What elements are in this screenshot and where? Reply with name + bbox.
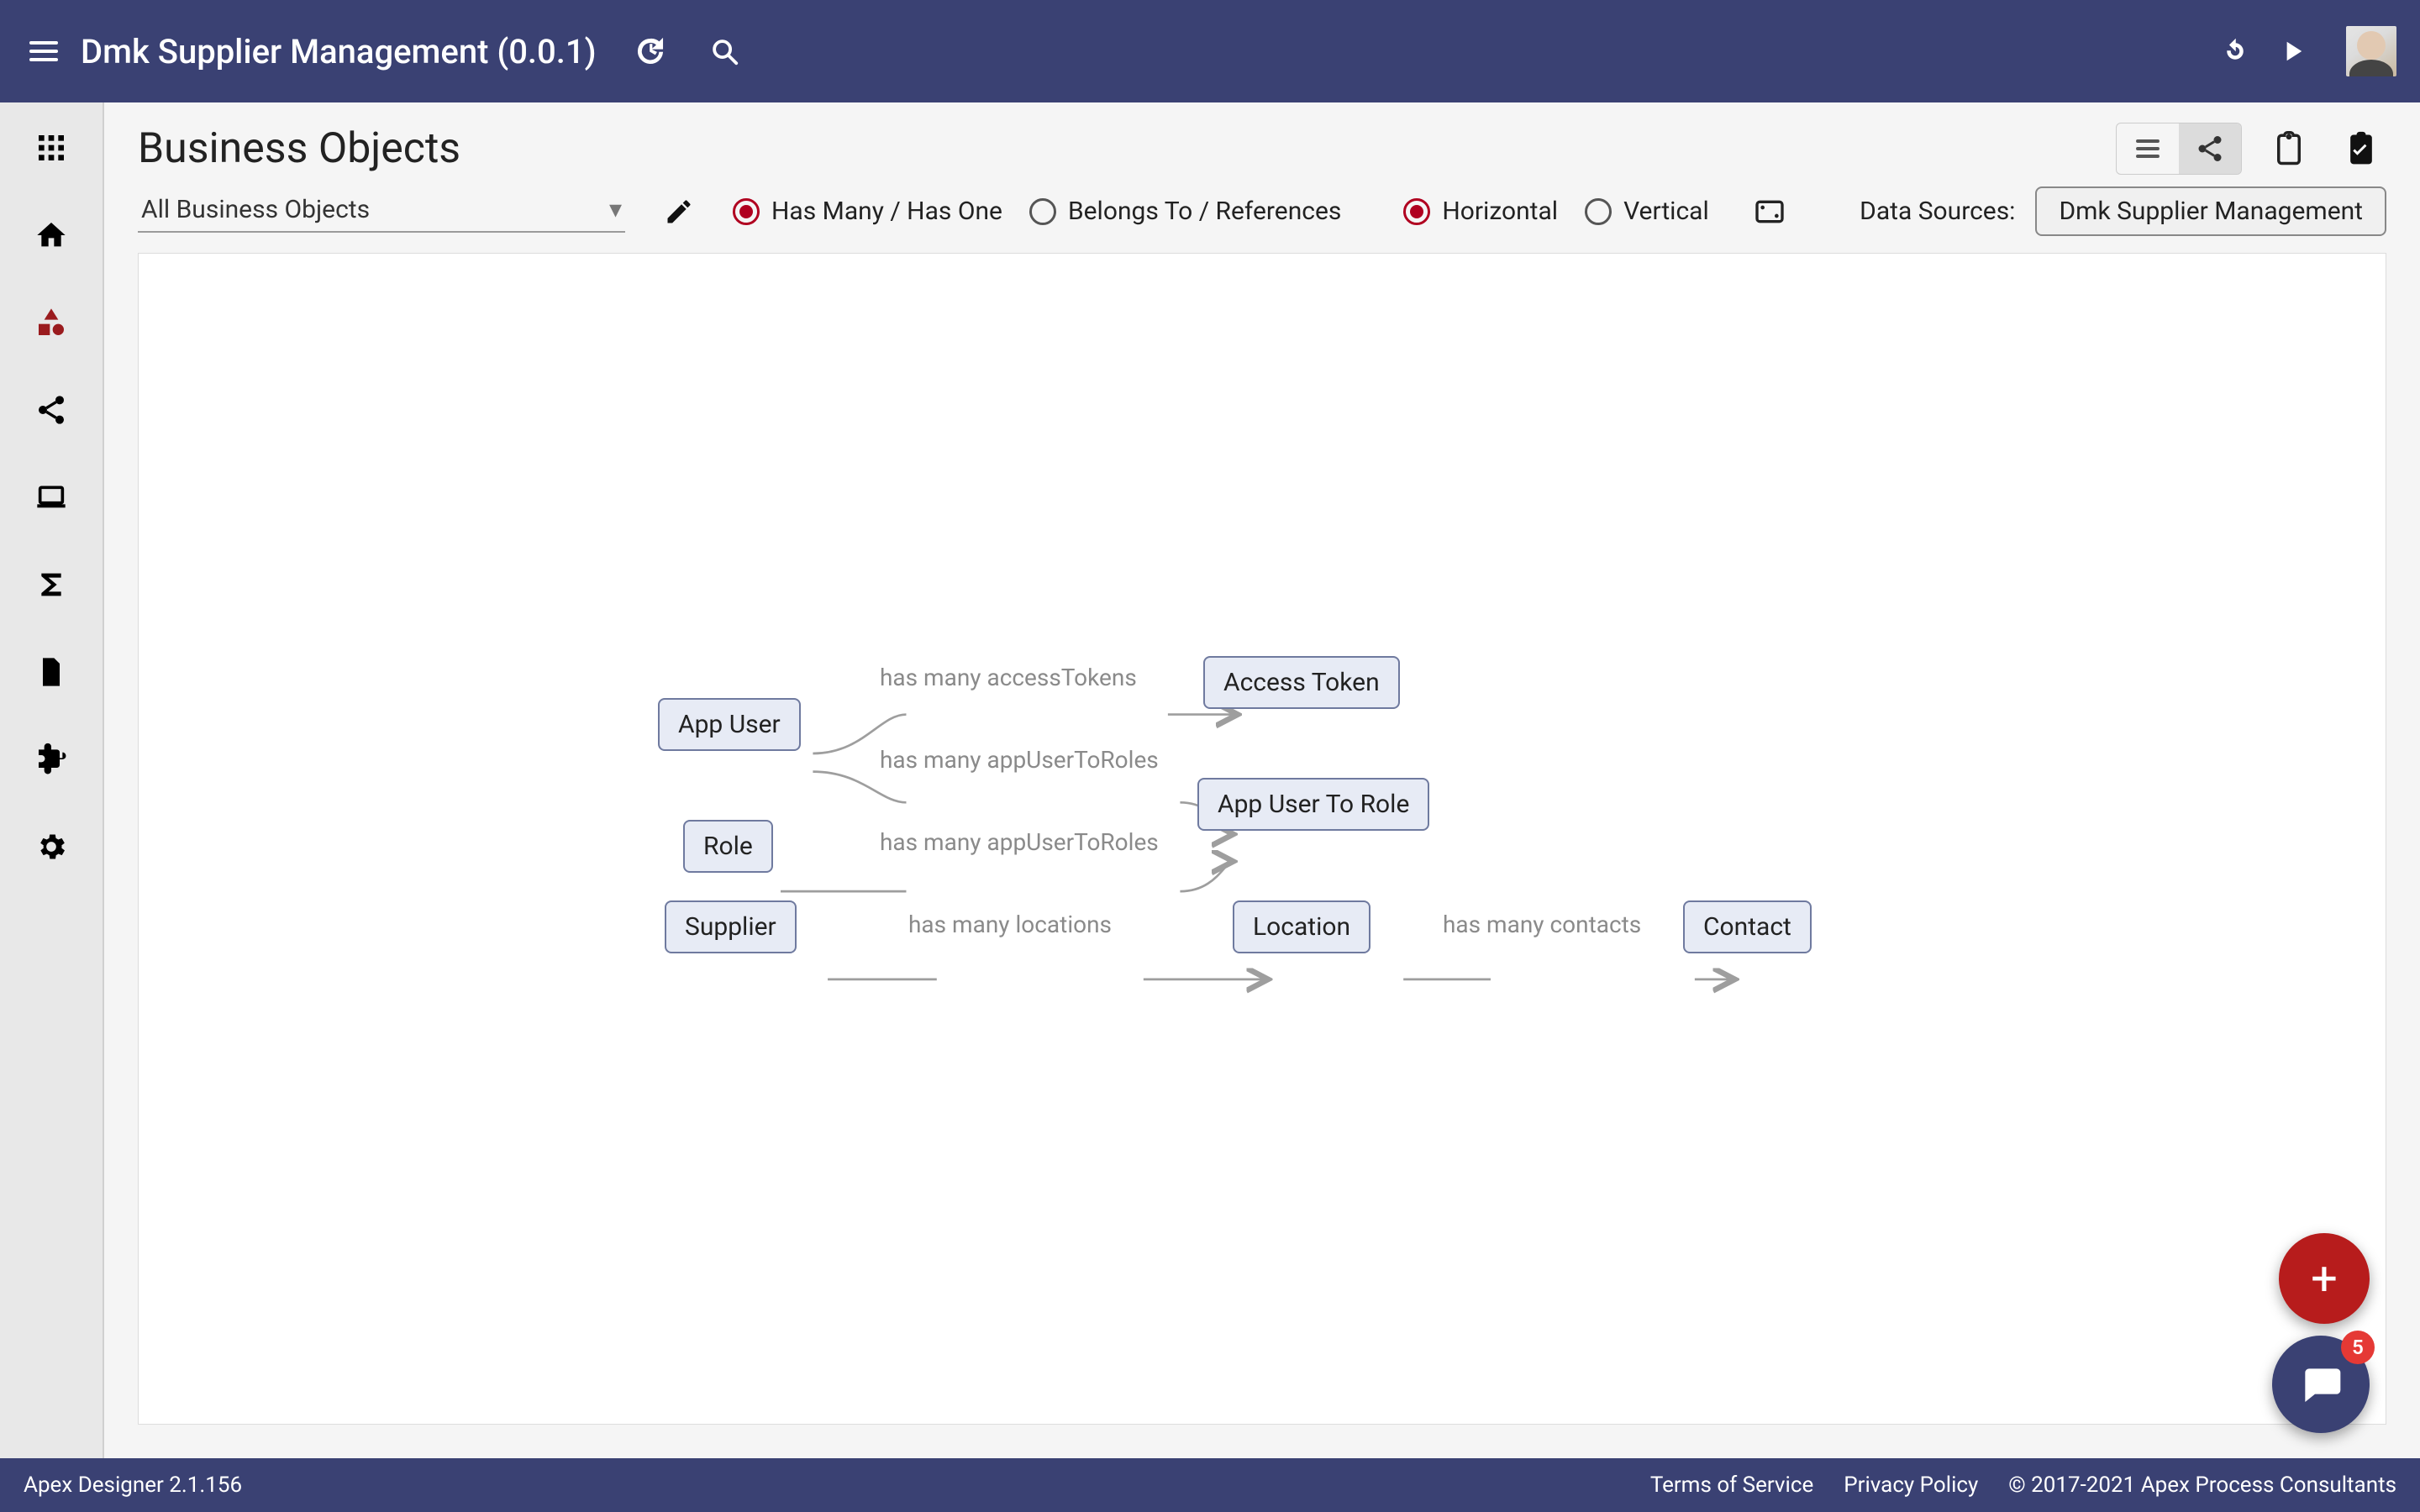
assignment-done-icon[interactable] xyxy=(2336,123,2386,174)
edge-label: has many appUserToRoles xyxy=(880,746,1159,774)
edge-label: has many accessTokens xyxy=(880,664,1137,691)
radio-belongs-to-label: Belongs To / References xyxy=(1068,197,1341,226)
filter-dropdown[interactable]: All Business Objects ▾ xyxy=(138,190,625,233)
edge-label: has many appUserToRoles xyxy=(880,828,1159,856)
radio-belongs-to[interactable]: Belongs To / References xyxy=(1029,197,1341,226)
history-icon[interactable] xyxy=(630,31,671,71)
main-content: Business Objects All Business Objects ▾ xyxy=(104,102,2420,1458)
node-app-user-to-role[interactable]: App User To Role xyxy=(1197,778,1429,831)
node-location[interactable]: Location xyxy=(1233,900,1370,953)
apps-grid-icon[interactable] xyxy=(31,128,71,168)
gear-icon[interactable] xyxy=(31,827,71,867)
data-sources-label: Data Sources: xyxy=(1860,197,2015,226)
hamburger-menu-button[interactable] xyxy=(24,31,64,71)
footer-copyright: © 2017-2021 Apex Process Consultants xyxy=(2008,1473,2396,1498)
fit-screen-icon[interactable] xyxy=(1751,193,1788,230)
sidebar-rail xyxy=(0,102,104,1458)
node-contact[interactable]: Contact xyxy=(1683,900,1812,953)
footer: Apex Designer 2.1.156 Terms of Service P… xyxy=(0,1458,2420,1512)
toolbar: All Business Objects ▾ Has Many / Has On… xyxy=(104,178,2420,253)
diagram-canvas[interactable]: App User Access Token App User To Role R… xyxy=(138,253,2386,1425)
footer-privacy-link[interactable]: Privacy Policy xyxy=(1844,1473,1978,1498)
share-icon[interactable] xyxy=(31,390,71,430)
app-header: Dmk Supplier Management (0.0.1) xyxy=(0,0,2420,102)
node-app-user[interactable]: App User xyxy=(658,698,801,751)
radio-vertical-label: Vertical xyxy=(1623,197,1709,226)
view-mode-graph[interactable] xyxy=(2179,123,2241,174)
filter-dropdown-label: All Business Objects xyxy=(141,195,609,224)
refresh-icon[interactable] xyxy=(2215,31,2255,71)
app-title: Dmk Supplier Management (0.0.1) xyxy=(81,32,597,71)
data-source-chip[interactable]: Dmk Supplier Management xyxy=(2035,186,2386,236)
page-title: Business Objects xyxy=(138,124,460,173)
view-mode-list[interactable] xyxy=(2117,123,2179,174)
edit-icon[interactable] xyxy=(660,193,697,230)
add-button[interactable]: + xyxy=(2279,1233,2370,1324)
plus-icon: + xyxy=(2311,1251,2338,1306)
search-icon[interactable] xyxy=(704,31,744,71)
radio-vertical[interactable]: Vertical xyxy=(1585,197,1709,226)
user-avatar[interactable] xyxy=(2346,26,2396,76)
app-version: Apex Designer 2.1.156 xyxy=(24,1473,242,1498)
radio-has-many-label: Has Many / Has One xyxy=(771,197,1002,226)
chat-launcher[interactable]: 5 xyxy=(2272,1336,2370,1433)
file-icon[interactable] xyxy=(31,652,71,692)
laptop-icon[interactable] xyxy=(31,477,71,517)
shapes-icon[interactable] xyxy=(31,302,71,343)
edge-label: has many locations xyxy=(908,911,1112,938)
play-icon[interactable] xyxy=(2272,31,2312,71)
chevron-down-icon: ▾ xyxy=(609,195,622,224)
footer-terms-link[interactable]: Terms of Service xyxy=(1650,1473,1813,1498)
extension-icon[interactable] xyxy=(31,739,71,780)
chat-badge: 5 xyxy=(2341,1331,2375,1364)
node-supplier[interactable]: Supplier xyxy=(665,900,797,953)
clipboard-icon[interactable] xyxy=(2264,123,2314,174)
node-role[interactable]: Role xyxy=(683,820,773,873)
home-icon[interactable] xyxy=(31,215,71,255)
radio-horizontal-label: Horizontal xyxy=(1442,197,1558,226)
view-mode-toggle xyxy=(2116,123,2242,175)
edge-label: has many contacts xyxy=(1443,911,1641,938)
node-access-token[interactable]: Access Token xyxy=(1203,656,1400,709)
radio-horizontal[interactable]: Horizontal xyxy=(1403,197,1558,226)
radio-has-many[interactable]: Has Many / Has One xyxy=(733,197,1002,226)
sigma-icon[interactable] xyxy=(31,564,71,605)
